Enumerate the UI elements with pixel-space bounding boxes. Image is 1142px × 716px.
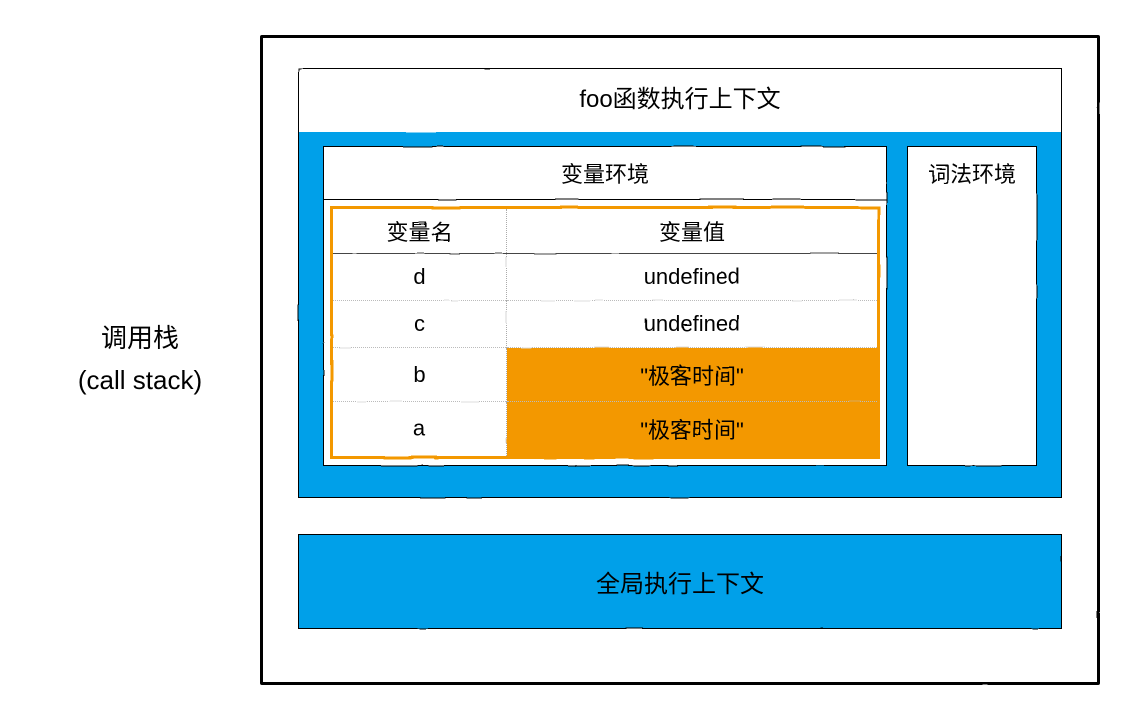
var-value-cell: undefined — [507, 301, 879, 348]
lexical-environment: 词法环境 — [907, 146, 1037, 466]
table-row: a"极客时间" — [332, 402, 879, 458]
foo-context-body: 变量环境 变量名 变量值 dundefinedcundefinedb"极客时间"… — [323, 146, 1037, 466]
foo-context-title: foo函数执行上下文 — [299, 69, 1061, 132]
variable-table-body: dundefinedcundefinedb"极客时间"a"极客时间" — [332, 254, 879, 458]
global-execution-context: 全局执行上下文 — [298, 534, 1062, 629]
var-name-cell: d — [332, 254, 507, 301]
global-context-title: 全局执行上下文 — [596, 564, 764, 599]
table-row: b"极客时间" — [332, 348, 879, 402]
var-name-cell: a — [332, 402, 507, 458]
var-value-cell: undefined — [507, 254, 879, 301]
col-header-name: 变量名 — [332, 208, 507, 254]
var-name-cell: b — [332, 348, 507, 402]
diagram-container: 调用栈 (call stack) foo函数执行上下文 变量环境 变量名 变量值 — [20, 20, 1130, 700]
variable-table-wrap: 变量名 变量值 dundefinedcundefinedb"极客时间"a"极客时… — [324, 200, 886, 465]
call-stack-label-cn: 调用栈 — [20, 318, 260, 360]
var-value-cell: "极客时间" — [507, 348, 879, 402]
col-header-value: 变量值 — [507, 208, 879, 254]
foo-execution-context: foo函数执行上下文 变量环境 变量名 变量值 dundefinedc — [298, 68, 1062, 498]
var-value-cell: "极客时间" — [507, 402, 879, 458]
table-row: cundefined — [332, 301, 879, 348]
var-name-cell: c — [332, 301, 507, 348]
variable-environment: 变量环境 变量名 变量值 dundefinedcundefinedb"极客时间"… — [323, 146, 887, 466]
call-stack-label: 调用栈 (call stack) — [20, 318, 260, 401]
lexical-environment-title: 词法环境 — [914, 157, 1030, 189]
variable-environment-title: 变量环境 — [324, 147, 886, 200]
call-stack-label-en: (call stack) — [20, 360, 260, 402]
variable-table: 变量名 变量值 dundefinedcundefinedb"极客时间"a"极客时… — [330, 206, 880, 459]
call-stack-box: foo函数执行上下文 变量环境 变量名 变量值 dundefinedc — [260, 35, 1100, 685]
table-row: dundefined — [332, 254, 879, 301]
